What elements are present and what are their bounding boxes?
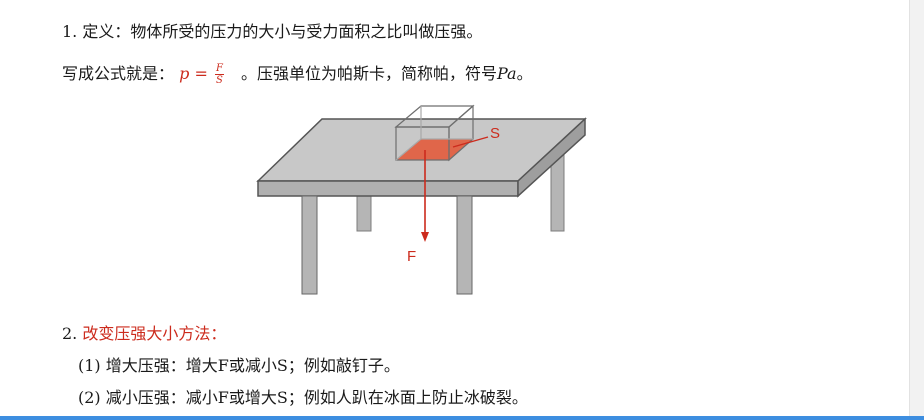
table-front-edge xyxy=(257,180,519,197)
method-item-text: 增大压强：增大F或减小S；例如敲钉子。 xyxy=(105,356,400,375)
formula-line: 写成公式就是： p = F S 。压强单位为帕斯卡，简称帕，符号Pa。 xyxy=(62,60,533,86)
table-leg-front-right xyxy=(456,195,473,295)
methods-heading: 2. 改变压强大小方法： xyxy=(62,320,226,344)
method-item: (2) 减小压强：减小F或增大S；例如人趴在冰面上防止冰破裂。 xyxy=(78,384,528,408)
formula-fraction: F S xyxy=(214,63,224,86)
force-arrowhead xyxy=(421,232,429,242)
formula-intro: 写成公式就是： xyxy=(62,64,175,83)
definition-text: 定义：物体所受的压力的大小与受力面积之比叫做压强。 xyxy=(82,22,483,41)
method-item-text: 减小压强：减小F或增大S；例如人趴在冰面上防止冰破裂。 xyxy=(105,388,528,407)
formula-numerator: F xyxy=(214,63,224,75)
formula-after: 。压强单位为帕斯卡，简称帕，符号 xyxy=(240,64,497,83)
formula-end: 。 xyxy=(516,64,533,83)
table-leg-back-left xyxy=(356,194,372,232)
methods-title: 改变压强大小方法： xyxy=(82,324,227,343)
unit-symbol: Pa xyxy=(497,64,517,83)
area-label: S xyxy=(490,125,500,142)
formula-lhs: p = xyxy=(179,64,208,83)
table-leg-front-left xyxy=(301,195,318,295)
formula-denominator: S xyxy=(215,75,223,86)
method-item: (1) 增大压强：增大F或减小S；例如敲钉子。 xyxy=(78,352,400,376)
definition-number: 1. xyxy=(62,22,78,41)
method-item-number: (2) xyxy=(78,388,101,407)
methods-number: 2. xyxy=(62,324,78,343)
method-item-number: (1) xyxy=(78,356,101,375)
vertical-scrollbar[interactable] xyxy=(909,0,924,420)
force-label: F xyxy=(407,248,416,265)
pressure-diagram: S F xyxy=(256,104,587,295)
definition-line: 1. 定义：物体所受的压力的大小与受力面积之比叫做压强。 xyxy=(62,18,482,42)
bottom-accent-bar xyxy=(0,416,924,420)
